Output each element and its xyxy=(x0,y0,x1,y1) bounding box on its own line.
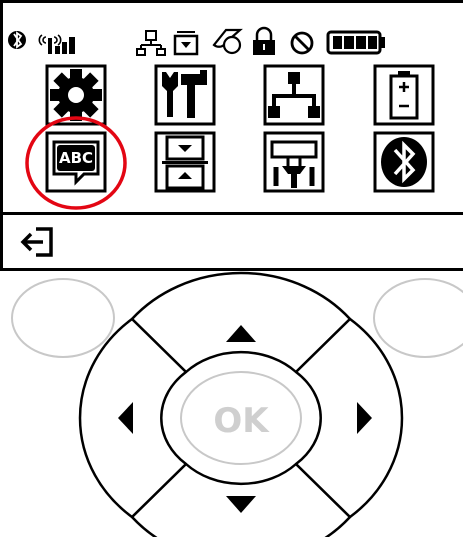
menu-item-sensors[interactable] xyxy=(154,131,216,193)
sensors-icon xyxy=(162,135,208,190)
keypad: OK xyxy=(11,271,463,537)
footer-divider xyxy=(3,212,463,215)
menu-item-language[interactable]: ABC xyxy=(45,131,107,193)
battery-icon xyxy=(326,30,385,55)
menu-item-settings[interactable] xyxy=(45,64,107,126)
menu-item-tools[interactable] xyxy=(154,64,216,126)
bluetooth-icon xyxy=(381,137,427,187)
abc-icon-label: ABC xyxy=(59,149,93,167)
menu-item-bluetooth[interactable] xyxy=(373,131,435,193)
printer-control-panel: ABC OK xyxy=(0,0,463,537)
right-soft-key[interactable] xyxy=(373,278,463,358)
battery-icon xyxy=(389,71,419,120)
menu-item-network[interactable] xyxy=(263,64,325,126)
settings-gear-icon xyxy=(50,69,102,121)
ok-key-label: OK xyxy=(213,401,270,441)
menu-item-battery[interactable] xyxy=(373,64,435,126)
menu-item-ports[interactable] xyxy=(263,131,325,193)
lcd-display: ABC xyxy=(0,0,463,271)
left-soft-key[interactable] xyxy=(11,278,115,358)
bluetooth-icon xyxy=(8,31,26,49)
